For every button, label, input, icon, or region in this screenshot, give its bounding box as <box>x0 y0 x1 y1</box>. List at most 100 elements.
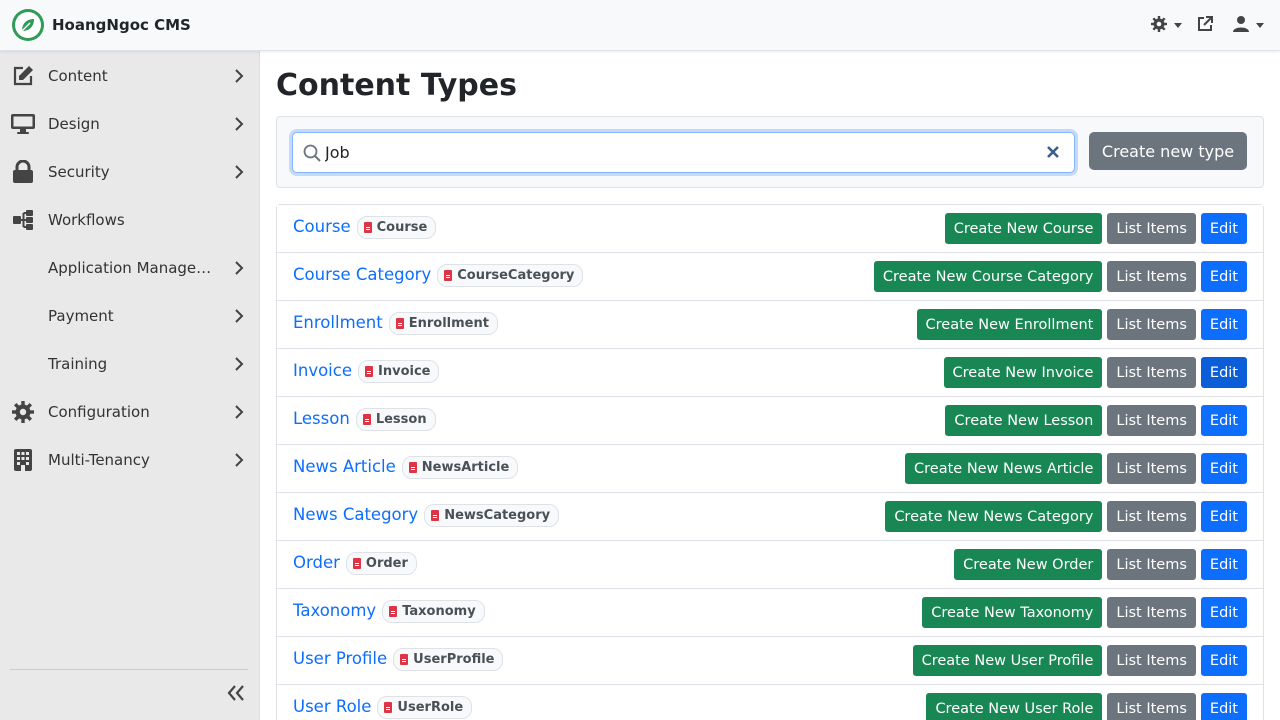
sidebar-divider <box>10 669 248 670</box>
list-items-button[interactable]: List Items <box>1107 693 1196 720</box>
file-icon <box>395 317 404 329</box>
gear-icon <box>10 399 36 425</box>
content-type-name-link[interactable]: Invoice <box>293 361 352 380</box>
sidebar-item-label: Workflows <box>48 211 125 229</box>
technical-name: Invoice <box>378 363 431 379</box>
double-chevron-left-icon <box>226 683 246 707</box>
edit-button[interactable]: Edit <box>1200 453 1247 484</box>
filter-card: Create new type <box>276 116 1264 188</box>
edit-button[interactable]: Edit <box>1200 261 1247 292</box>
create-new-item-button[interactable]: Create New News Category <box>885 501 1103 532</box>
technical-name-badge: Order <box>345 551 417 575</box>
content-type-row: Enrollment Enrollment Create New Enrollmen… <box>277 301 1263 349</box>
technical-name: NewsCategory <box>444 507 551 523</box>
edit-button[interactable]: Edit <box>1200 213 1247 244</box>
sidebar-item-configuration[interactable]: Configuration <box>0 388 260 436</box>
sidebar-item-multi-tenancy[interactable]: Multi-Tenancy <box>0 436 260 484</box>
sidebar-item-payment[interactable]: Payment <box>0 292 260 340</box>
sidebar-item-security[interactable]: Security <box>0 148 260 196</box>
edit-icon <box>10 63 36 89</box>
list-items-button[interactable]: List Items <box>1107 549 1196 580</box>
gear-icon <box>1150 15 1168 37</box>
sidebar-item-label: Design <box>48 115 100 133</box>
create-new-item-button[interactable]: Create New News Article <box>905 453 1103 484</box>
edit-button[interactable]: Edit <box>1200 549 1247 580</box>
create-new-item-button[interactable]: Create New Taxonomy <box>922 597 1103 628</box>
create-new-item-button[interactable]: Create New Enrollment <box>916 309 1103 340</box>
monitor-icon <box>10 111 36 137</box>
list-items-button[interactable]: List Items <box>1107 213 1196 244</box>
technical-name-badge: CourseCategory <box>437 263 584 287</box>
technical-name-badge: Lesson <box>355 407 436 431</box>
theme-toggle[interactable] <box>1150 15 1182 37</box>
edit-button[interactable]: Edit <box>1200 693 1247 720</box>
create-new-item-button[interactable]: Create New Order <box>954 549 1103 580</box>
content-type-name-link[interactable]: Lesson <box>293 409 350 428</box>
technical-name: CourseCategory <box>457 267 575 283</box>
content-type-name-link[interactable]: User Role <box>293 697 371 716</box>
clear-search-icon[interactable] <box>1046 145 1060 159</box>
edit-button[interactable]: Edit <box>1200 309 1247 340</box>
sidebar-item-training[interactable]: Training <box>0 340 260 388</box>
file-icon <box>431 509 440 521</box>
technical-name-badge: UserProfile <box>393 647 504 671</box>
chevron-right-icon <box>232 117 246 131</box>
file-icon <box>362 413 371 425</box>
edit-button[interactable]: Edit <box>1200 645 1247 676</box>
edit-button[interactable]: Edit <box>1200 501 1247 532</box>
technical-name: Order <box>365 555 408 571</box>
sidebar-item-application-management[interactable]: Application Management <box>0 244 260 292</box>
sidebar: Content Design Security Workflows Applic… <box>0 51 260 720</box>
edit-button[interactable]: Edit <box>1200 405 1247 436</box>
list-items-button[interactable]: List Items <box>1107 261 1196 292</box>
content-type-name-link[interactable]: News Article <box>293 457 396 476</box>
content-type-row: News Article NewsArticle Create New News A… <box>277 445 1263 493</box>
edit-button[interactable]: Edit <box>1200 357 1247 388</box>
user-menu[interactable] <box>1232 15 1264 37</box>
technical-name: Taxonomy <box>402 603 476 619</box>
create-new-item-button[interactable]: Create New Course <box>944 213 1103 244</box>
technical-name: UserRole <box>397 699 464 715</box>
create-new-item-button[interactable]: Create New User Profile <box>912 645 1103 676</box>
list-items-button[interactable]: List Items <box>1107 645 1196 676</box>
list-items-button[interactable]: List Items <box>1107 597 1196 628</box>
sidebar-item-content[interactable]: Content <box>0 52 260 100</box>
sidebar-item-design[interactable]: Design <box>0 100 260 148</box>
edit-button[interactable]: Edit <box>1200 597 1247 628</box>
content-type-name-link[interactable]: Order <box>293 553 340 572</box>
view-site-button[interactable] <box>1196 15 1214 37</box>
technical-name: Lesson <box>375 411 427 427</box>
content-type-row: Lesson Lesson Create New Lesson List Items E… <box>277 397 1263 445</box>
content-type-name-link[interactable]: User Profile <box>293 649 387 668</box>
list-items-button[interactable]: List Items <box>1107 309 1196 340</box>
collapse-sidebar-button[interactable] <box>222 681 250 709</box>
create-new-item-button[interactable]: Create New Invoice <box>943 357 1103 388</box>
file-icon <box>352 557 361 569</box>
create-new-type-button[interactable]: Create new type <box>1089 132 1247 170</box>
list-items-button[interactable]: List Items <box>1107 501 1196 532</box>
page-title: Content Types <box>276 68 517 103</box>
create-new-item-button[interactable]: Create New Course Category <box>873 261 1103 292</box>
create-new-item-button[interactable]: Create New Lesson <box>945 405 1103 436</box>
list-items-button[interactable]: List Items <box>1107 453 1196 484</box>
chevron-right-icon <box>232 69 246 83</box>
sidebar-item-label: Application Management <box>48 259 216 277</box>
technical-name-badge: Taxonomy <box>382 599 485 623</box>
content-type-name-link[interactable]: Enrollment <box>293 313 383 332</box>
search-input[interactable] <box>325 140 1025 164</box>
list-items-button[interactable]: List Items <box>1107 357 1196 388</box>
list-items-button[interactable]: List Items <box>1107 405 1196 436</box>
technical-name-badge: UserRole <box>377 695 473 719</box>
chevron-down-icon <box>1256 23 1264 28</box>
chevron-right-icon <box>232 357 246 371</box>
content-type-name-link[interactable]: News Category <box>293 505 418 524</box>
content-type-name-link[interactable]: Course Category <box>293 265 431 284</box>
content-type-name-link[interactable]: Taxonomy <box>293 601 376 620</box>
brand[interactable]: HoangNgoc CMS <box>12 9 191 41</box>
create-new-item-button[interactable]: Create New User Role <box>926 693 1103 720</box>
content-type-name-link[interactable]: Course <box>293 217 351 236</box>
search-box[interactable] <box>292 132 1075 173</box>
chevron-right-icon <box>232 309 246 323</box>
chevron-right-icon <box>232 261 246 275</box>
sidebar-item-workflows[interactable]: Workflows <box>0 196 260 244</box>
